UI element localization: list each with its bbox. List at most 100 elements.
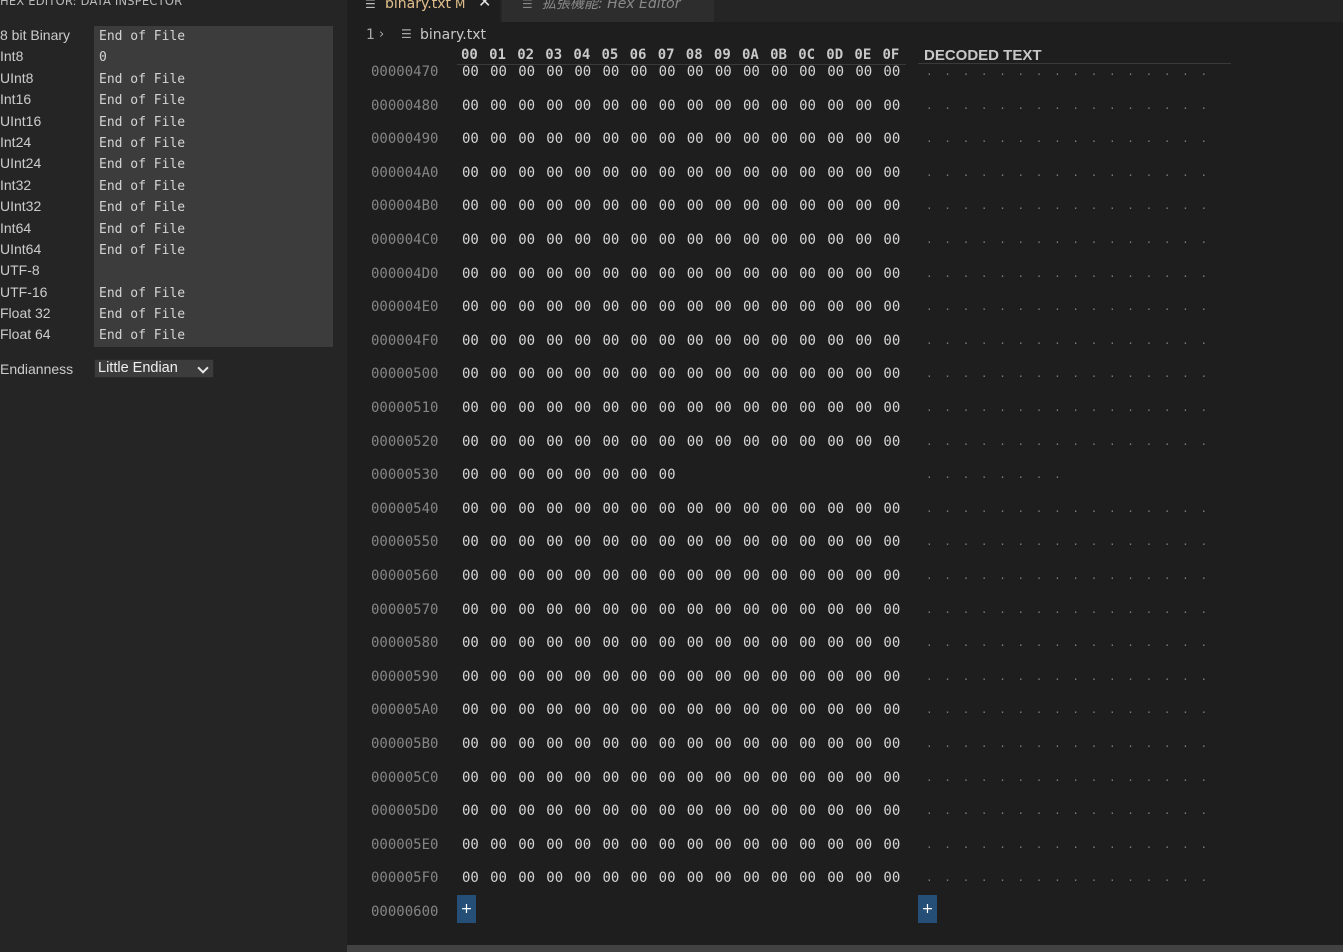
decoded-char-cell[interactable]: . [1146, 334, 1164, 347]
decoded-char-cell[interactable]: . [1036, 300, 1054, 313]
hex-byte-cell[interactable]: 00 [827, 635, 855, 651]
hex-byte-cell[interactable]: 00 [518, 870, 546, 886]
hex-byte-cell[interactable]: 00 [546, 870, 574, 886]
hex-byte-cell[interactable]: 00 [771, 98, 799, 114]
decoded-char-cell[interactable]: . [1054, 435, 1072, 448]
hex-byte-cell[interactable]: 00 [883, 64, 911, 80]
decoded-char-cell[interactable]: . [1091, 401, 1109, 414]
decoded-char-cell[interactable]: . [1054, 166, 1072, 179]
hex-byte-cell[interactable]: 00 [799, 770, 827, 786]
hex-byte-cell[interactable]: 00 [631, 333, 659, 349]
decoded-char-cell[interactable]: . [1017, 99, 1035, 112]
hex-byte-cell[interactable]: 00 [883, 131, 911, 147]
hex-byte-cell[interactable]: 00 [799, 366, 827, 382]
decoded-char-cell[interactable]: . [1036, 703, 1054, 716]
decoded-char-cell[interactable]: . [944, 703, 962, 716]
hex-byte-cell[interactable]: 00 [687, 770, 715, 786]
hex-byte-cell[interactable]: 00 [490, 803, 518, 819]
decoded-char-cell[interactable]: . [1036, 233, 1054, 246]
decoded-char-cell[interactable]: . [999, 300, 1017, 313]
hex-byte-cell[interactable]: 00 [687, 736, 715, 752]
decoded-char-cell[interactable]: . [926, 636, 944, 649]
decoded-char-cell[interactable]: . [926, 99, 944, 112]
hex-byte-cell[interactable]: 00 [855, 266, 883, 282]
hex-byte-cell[interactable]: 00 [462, 467, 490, 483]
decoded-char-cell[interactable]: . [1127, 334, 1145, 347]
decoded-char-cell[interactable]: . [963, 771, 981, 784]
hex-byte-cell[interactable]: 00 [490, 702, 518, 718]
decoded-char-cell[interactable]: . [1036, 166, 1054, 179]
decoded-char-cell[interactable]: . [926, 703, 944, 716]
decoded-char-cell[interactable]: . [926, 535, 944, 548]
hex-byte-cell[interactable]: 00 [631, 803, 659, 819]
hex-byte-cell[interactable]: 00 [687, 366, 715, 382]
hex-byte-cell[interactable]: 00 [490, 131, 518, 147]
hex-byte-cell[interactable]: 00 [827, 131, 855, 147]
hex-byte-cell[interactable]: 00 [799, 702, 827, 718]
hex-byte-cell[interactable]: 00 [687, 635, 715, 651]
inspector-value[interactable]: End of File [94, 304, 333, 326]
hex-byte-cell[interactable]: 00 [883, 534, 911, 550]
decoded-char-cell[interactable]: . [1127, 233, 1145, 246]
decoded-char-cell[interactable]: . [999, 267, 1017, 280]
hex-byte-cell[interactable]: 00 [490, 870, 518, 886]
hex-byte-cell[interactable]: 00 [715, 770, 743, 786]
decoded-char-cell[interactable]: . [1109, 99, 1127, 112]
hex-byte-cell[interactable]: 00 [687, 434, 715, 450]
decoded-char-cell[interactable]: . [1164, 569, 1182, 582]
hex-byte-cell[interactable]: 00 [631, 635, 659, 651]
hex-byte-cell[interactable]: 00 [771, 702, 799, 718]
inspector-value[interactable]: End of File [94, 154, 333, 176]
decoded-char-cell[interactable]: . [944, 502, 962, 515]
hex-byte-cell[interactable]: 00 [602, 635, 630, 651]
decoded-char-cell[interactable]: . [1146, 703, 1164, 716]
decoded-char-cell[interactable]: . [1072, 132, 1090, 145]
decoded-char-cell[interactable]: . [926, 300, 944, 313]
decoded-char-cell[interactable]: . [999, 233, 1017, 246]
decoded-char-cell[interactable]: . [1127, 737, 1145, 750]
decoded-char-cell[interactable]: . [1017, 300, 1035, 313]
decoded-char-cell[interactable]: . [981, 401, 999, 414]
decoded-char-cell[interactable]: . [1109, 838, 1127, 851]
hex-byte-cell[interactable]: 00 [602, 198, 630, 214]
decoded-char-cell[interactable]: . [999, 65, 1017, 78]
decoded-char-cell[interactable]: . [944, 603, 962, 616]
decoded-char-cell[interactable]: . [1109, 502, 1127, 515]
hex-byte-cell[interactable]: 00 [743, 333, 771, 349]
hex-byte-cell[interactable]: 00 [631, 64, 659, 80]
decoded-char-cell[interactable]: . [1164, 838, 1182, 851]
decoded-char-cell[interactable]: . [981, 300, 999, 313]
decoded-char-cell[interactable]: . [1054, 199, 1072, 212]
decoded-char-cell[interactable]: . [1054, 804, 1072, 817]
decoded-char-cell[interactable]: . [1127, 267, 1145, 280]
hex-byte-cell[interactable]: 00 [602, 501, 630, 517]
decoded-char-cell[interactable]: . [1146, 267, 1164, 280]
hex-byte-cell[interactable]: 00 [743, 165, 771, 181]
hex-byte-cell[interactable]: 00 [546, 736, 574, 752]
hex-byte-cell[interactable]: 00 [827, 198, 855, 214]
hex-byte-cell[interactable]: 00 [771, 534, 799, 550]
decoded-char-cell[interactable]: . [1146, 603, 1164, 616]
hex-byte-cell[interactable]: 00 [855, 669, 883, 685]
decoded-char-cell[interactable]: . [1036, 401, 1054, 414]
hex-byte-cell[interactable]: 00 [462, 64, 490, 80]
hex-byte-cell[interactable]: 00 [687, 568, 715, 584]
hex-byte-cell[interactable]: 00 [518, 602, 546, 618]
decoded-char-cell[interactable]: . [1017, 871, 1035, 884]
decoded-char-cell[interactable]: . [926, 65, 944, 78]
hex-byte-cell[interactable]: 00 [659, 870, 687, 886]
decoded-char-cell[interactable]: . [1109, 132, 1127, 145]
decoded-char-cell[interactable]: . [1182, 535, 1200, 548]
hex-byte-cell[interactable]: 00 [546, 64, 574, 80]
add-byte-button[interactable]: + [457, 895, 476, 923]
hex-byte-cell[interactable]: 00 [659, 736, 687, 752]
hex-byte-cell[interactable]: 00 [827, 568, 855, 584]
decoded-char-cell[interactable]: . [1036, 132, 1054, 145]
decoded-char-cell[interactable]: . [1127, 871, 1145, 884]
hex-byte-cell[interactable]: 00 [883, 198, 911, 214]
hex-byte-cell[interactable]: 00 [827, 266, 855, 282]
decoded-char-cell[interactable]: . [1146, 771, 1164, 784]
hex-byte-cell[interactable]: 00 [462, 131, 490, 147]
decoded-char-cell[interactable]: . [1200, 401, 1218, 414]
hex-byte-cell[interactable]: 00 [715, 165, 743, 181]
